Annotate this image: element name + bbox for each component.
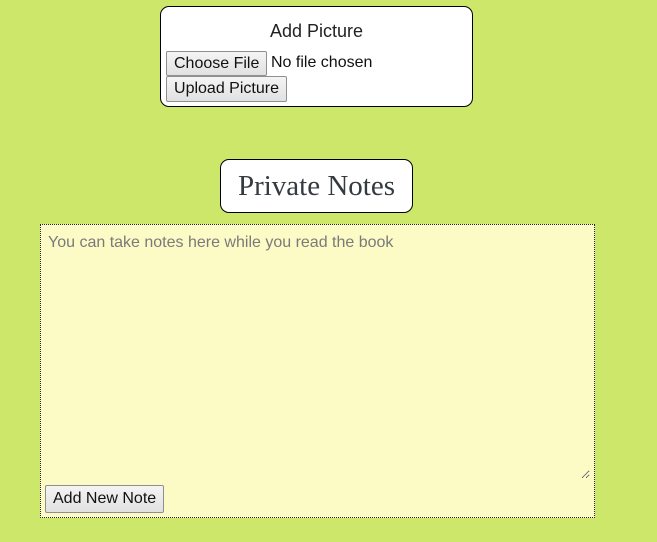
- private-notes-heading: Private Notes: [237, 170, 396, 202]
- add-picture-title: Add Picture: [269, 21, 364, 41]
- file-status-text: No file chosen: [271, 54, 373, 71]
- upload-picture-button[interactable]: Upload Picture: [166, 76, 287, 102]
- notes-textarea[interactable]: [41, 225, 590, 479]
- private-notes-heading-box: Private Notes: [220, 159, 413, 213]
- add-picture-card: Add Picture Choose File No file chosen U…: [160, 6, 473, 107]
- choose-file-button[interactable]: Choose File: [166, 51, 267, 76]
- notes-panel: Add New Note: [40, 224, 595, 518]
- add-new-note-button[interactable]: Add New Note: [45, 485, 164, 513]
